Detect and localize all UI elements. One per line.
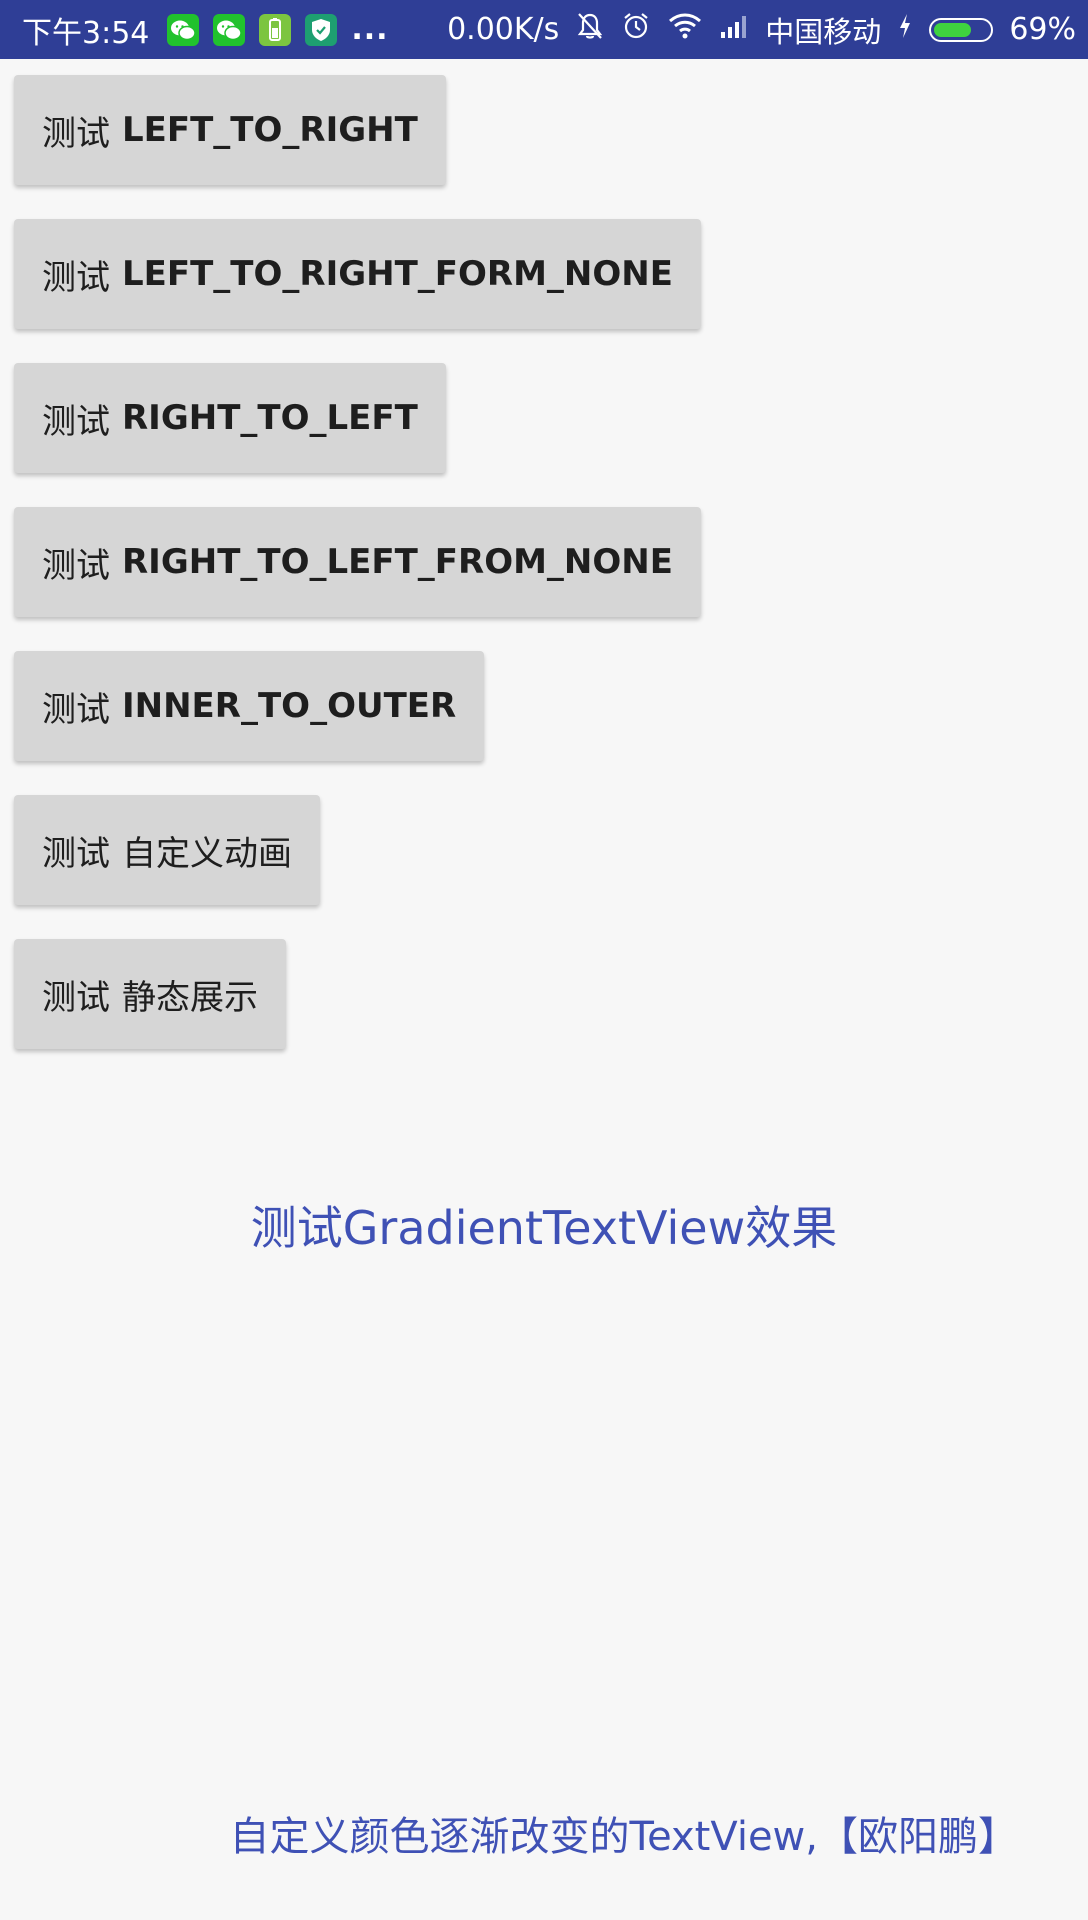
button-left-to-right[interactable]: 测试 LEFT_TO_RIGHT bbox=[14, 75, 446, 185]
button-static-display[interactable]: 测试 静态展示 bbox=[14, 939, 286, 1049]
signal-icon bbox=[719, 12, 749, 48]
wechat-icon bbox=[167, 13, 200, 46]
button-label: LEFT_TO_RIGHT bbox=[122, 110, 418, 150]
button-inner-to-outer[interactable]: 测试 INNER_TO_OUTER bbox=[14, 651, 485, 761]
button-label: 自定义动画 bbox=[122, 833, 292, 874]
button-label: 静态展示 bbox=[122, 977, 258, 1018]
footer-text: 自定义颜色逐渐改变的TextView,【欧阳鹏】 bbox=[229, 1814, 1018, 1860]
battery-icon bbox=[929, 17, 994, 42]
button-custom-animation[interactable]: 测试 自定义动画 bbox=[14, 795, 320, 905]
more-notifications: ... bbox=[351, 12, 389, 47]
button-prefix: 测试 bbox=[42, 401, 110, 442]
button-label: INNER_TO_OUTER bbox=[122, 686, 457, 726]
button-prefix: 测试 bbox=[42, 257, 110, 298]
battery-percent: 69% bbox=[1009, 12, 1076, 47]
status-time: 下午3:54 bbox=[22, 15, 150, 51]
charging-icon bbox=[897, 12, 913, 48]
status-bar-right: 0.00K/s 中国移动 69% bbox=[447, 0, 1076, 59]
button-prefix: 测试 bbox=[42, 545, 110, 586]
button-label: RIGHT_TO_LEFT bbox=[122, 398, 418, 438]
shield-icon bbox=[305, 13, 338, 46]
button-label: RIGHT_TO_LEFT_FROM_NONE bbox=[122, 542, 673, 582]
carrier-name: 中国移动 bbox=[765, 14, 882, 49]
network-speed: 0.00K/s bbox=[447, 12, 560, 47]
button-label: LEFT_TO_RIGHT_FORM_NONE bbox=[122, 254, 673, 294]
button-prefix: 测试 bbox=[42, 977, 110, 1018]
battery-app-icon bbox=[259, 13, 292, 46]
wechat-icon bbox=[213, 13, 246, 46]
button-prefix: 测试 bbox=[42, 833, 110, 874]
mute-bell-icon bbox=[575, 10, 605, 50]
gradient-text-view: 测试GradientTextView效果 bbox=[250, 1201, 838, 1255]
button-prefix: 测试 bbox=[42, 113, 110, 154]
alarm-icon bbox=[621, 10, 651, 50]
button-prefix: 测试 bbox=[42, 689, 110, 730]
button-right-to-left-from-none[interactable]: 测试 RIGHT_TO_LEFT_FROM_NONE bbox=[14, 507, 701, 617]
status-bar-left: 下午3:54 ... bbox=[22, 0, 389, 59]
wifi-icon bbox=[667, 11, 703, 49]
battery-level-fill bbox=[934, 22, 972, 37]
button-left-to-right-form-none[interactable]: 测试 LEFT_TO_RIGHT_FORM_NONE bbox=[14, 219, 701, 329]
button-right-to-left[interactable]: 测试 RIGHT_TO_LEFT bbox=[14, 363, 446, 473]
status-bar: 下午3:54 ... 0.00K/s 中国移动 69% bbox=[0, 0, 1088, 59]
